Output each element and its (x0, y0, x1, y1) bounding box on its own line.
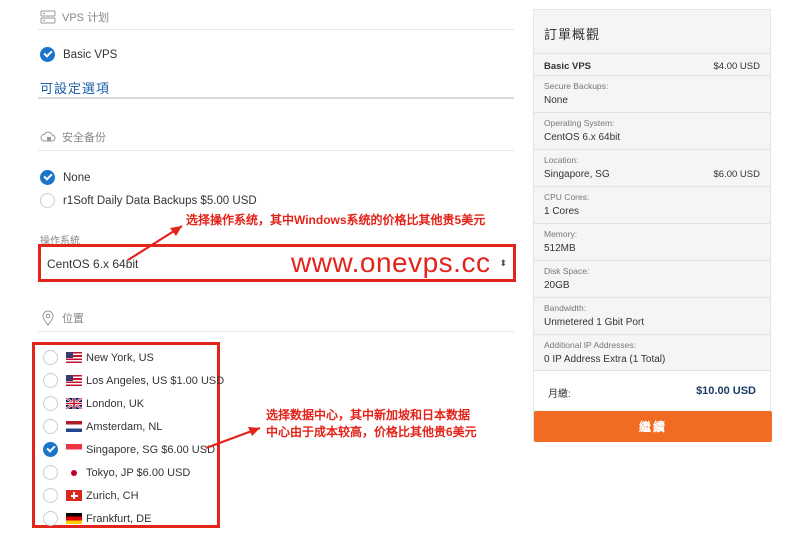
radio-unchecked-icon[interactable] (40, 193, 55, 208)
backup-option-none[interactable]: None (40, 170, 91, 185)
summary-row-label: Bandwidth: (544, 303, 587, 313)
radio-checked-icon[interactable] (40, 170, 55, 185)
backup-section-header: 安全备份 (40, 129, 106, 145)
location-label: London, UK (86, 397, 145, 410)
summary-row: Additional IP Addresses: 0 IP Address Ex… (534, 334, 770, 370)
plan-section-heading: VPS 计划 (62, 12, 110, 24)
divider (38, 97, 514, 99)
summary-row-label: Additional IP Addresses: (544, 340, 636, 350)
divider (38, 29, 514, 30)
de-flag-icon (66, 513, 82, 524)
summary-row: Disk Space: 20GB (534, 260, 770, 297)
continue-button[interactable]: 繼續 (534, 411, 772, 442)
location-label: Los Angeles, US $1.00 USD (86, 374, 225, 387)
summary-row-value: None (544, 95, 568, 106)
location-option-frankfurt[interactable]: Frankfurt, DE (43, 511, 151, 526)
summary-row-label: Location: (544, 155, 579, 165)
cloud-lock-icon (40, 129, 56, 145)
server-icon (40, 9, 56, 25)
location-label: New York, US (86, 351, 154, 364)
summary-row-label: Memory: (544, 229, 578, 239)
backup-option-label: None (63, 171, 91, 184)
radio-unchecked-icon[interactable] (43, 396, 58, 411)
watermark-text: www.onevps.cc (291, 247, 491, 278)
location-label: Amsterdam, NL (86, 420, 163, 433)
summary-row-label: Operating System: (544, 118, 615, 128)
summary-product-price: $4.00 USD (713, 61, 760, 72)
location-label: Frankfurt, DE (86, 512, 152, 525)
arrow-icon (205, 426, 261, 450)
summary-row: CPU Cores: 1 Cores (534, 186, 770, 223)
location-option-singapore[interactable]: Singapore, SG $6.00 USD (43, 442, 215, 457)
summary-total: 月繳: $10.00 USD (534, 370, 770, 410)
divider (38, 331, 514, 332)
summary-row: Memory: 512MB (534, 223, 770, 260)
summary-row-price: $6.00 USD (713, 169, 760, 180)
total-value: $10.00 USD (696, 385, 756, 397)
radio-unchecked-icon[interactable] (43, 350, 58, 365)
location-label: Zurich, CH (86, 489, 139, 502)
summary-row-label: Secure Backups: (544, 81, 609, 91)
summary-row-value: Singapore, SG (544, 169, 610, 180)
location-section-heading: 位置 (62, 313, 84, 325)
location-option-new-york[interactable]: New York, US (43, 350, 154, 365)
plan-option[interactable]: Basic VPS (40, 47, 117, 62)
summary-row-label: Disk Space: (544, 266, 590, 276)
summary-title: 訂單概觀 (544, 27, 601, 42)
backup-section-heading: 安全备份 (62, 132, 106, 144)
summary-row-value: 0 IP Address Extra (1 Total) (544, 354, 666, 365)
summary-row-value: 20GB (544, 280, 570, 291)
divider (38, 150, 514, 151)
location-annotation-line2: 中心由于成本较高，价格比其他贵6美元 (266, 425, 477, 439)
radio-unchecked-icon[interactable] (43, 419, 58, 434)
location-option-los-angeles[interactable]: Los Angeles, US $1.00 USD (43, 373, 224, 388)
us-flag-icon (66, 352, 82, 363)
radio-checked-icon[interactable] (40, 47, 55, 62)
radio-unchecked-icon[interactable] (43, 373, 58, 388)
location-section-header: 位置 (40, 310, 84, 326)
summary-row-label: CPU Cores: (544, 192, 590, 202)
summary-row-value: 1 Cores (544, 206, 580, 217)
radio-unchecked-icon[interactable] (43, 465, 58, 480)
arrow-icon (127, 225, 183, 261)
location-annotation-line1: 选择数据中心，其中新加坡和日本数据 (266, 408, 471, 422)
nl-flag-icon (66, 421, 82, 432)
config-panel: VPS 计划 Basic VPS 可設定選項 安全备份 None r1Soft … (32, 0, 516, 533)
summary-row: Bandwidth: Unmetered 1 Gbit Port (534, 297, 770, 334)
sg-flag-icon (66, 444, 82, 455)
location-option-amsterdam[interactable]: Amsterdam, NL (43, 419, 162, 434)
total-label: 月繳: (548, 389, 571, 400)
jp-flag-icon (66, 467, 82, 478)
ch-flag-icon (66, 490, 82, 501)
uk-flag-icon (66, 398, 82, 409)
summary-row-value: 512MB (544, 243, 576, 254)
plan-section-header: VPS 计划 (40, 9, 109, 25)
us-flag-icon (66, 375, 82, 386)
backup-option-label: r1Soft Daily Data Backups $5.00 USD (63, 194, 257, 207)
summary-row-value: Unmetered 1 Gbit Port (544, 317, 645, 328)
config-title: 可設定選項 (40, 81, 111, 96)
summary-product-name: Basic VPS (544, 61, 591, 72)
location-option-tokyo[interactable]: Tokyo, JP $6.00 USD (43, 465, 190, 480)
location-option-zurich[interactable]: Zurich, CH (43, 488, 139, 503)
summary-row: Secure Backups: None (534, 75, 770, 112)
os-annotation: 选择操作系统，其中Windows系统的价格比其他贵5美元 (186, 213, 486, 227)
backup-option-r1soft[interactable]: r1Soft Daily Data Backups $5.00 USD (40, 193, 257, 208)
plan-product-label: Basic VPS (63, 48, 118, 61)
location-label: Tokyo, JP $6.00 USD (86, 466, 191, 479)
location-label: Singapore, SG $6.00 USD (86, 443, 216, 456)
location-list: New York, US Los Angeles, US $1.00 USD L… (32, 342, 224, 528)
chevron-updown-icon: ⬍ (499, 258, 507, 268)
map-pin-icon (40, 310, 56, 326)
location-option-london[interactable]: London, UK (43, 396, 144, 411)
radio-checked-icon[interactable] (43, 442, 58, 457)
os-select[interactable]: CentOS 6.x 64bit ⬍ www.onevps.cc (38, 244, 516, 282)
summary-row-value: CentOS 6.x 64bit (544, 132, 621, 143)
order-summary-panel: 訂單概觀 Basic VPS $4.00 USD Secure Backups:… (533, 9, 772, 442)
radio-unchecked-icon[interactable] (43, 488, 58, 503)
summary-row: Location: Singapore, SG $6.00 USD (534, 149, 770, 186)
summary-row: Operating System: CentOS 6.x 64bit (534, 112, 770, 149)
radio-unchecked-icon[interactable] (43, 511, 58, 526)
